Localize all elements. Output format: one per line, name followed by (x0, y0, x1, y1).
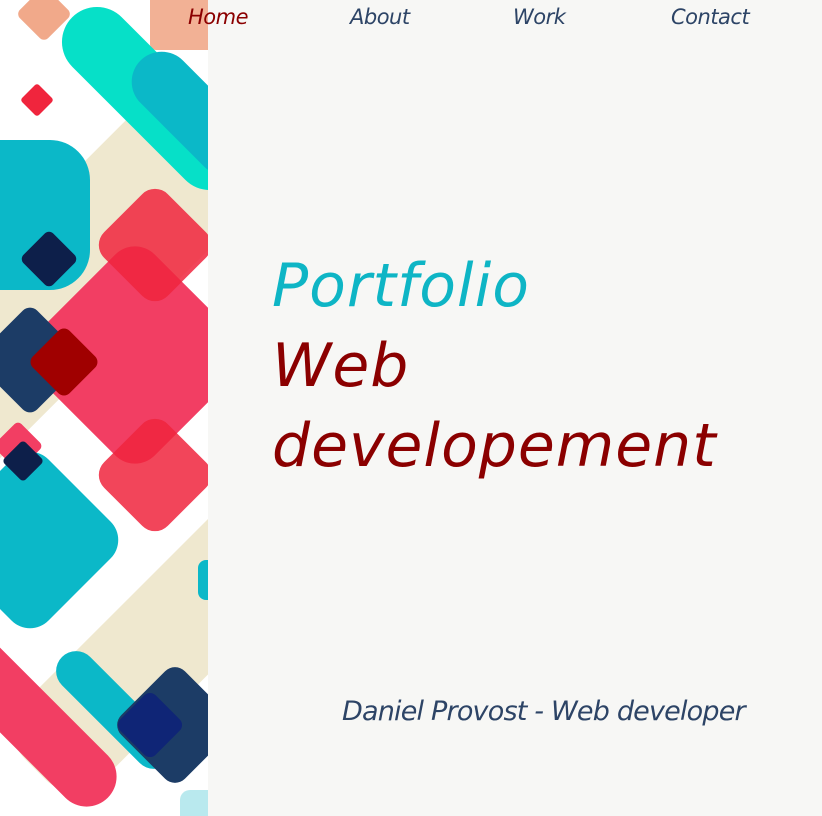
main-nav: Home About Work Contact (0, 0, 822, 40)
author-byline: Daniel Provost - Web developer (342, 696, 746, 727)
nav-link-home[interactable]: Home (188, 5, 249, 29)
nav-link-work[interactable]: Work (513, 5, 566, 29)
nav-link-contact[interactable]: Contact (671, 5, 750, 29)
hero-title-development: developement (272, 411, 717, 481)
decorative-artwork (0, 0, 208, 816)
hero-title-portfolio: Portfolio (272, 251, 530, 321)
hero-title-web: Web (272, 331, 410, 401)
hero-heading: Portfolio Web developement (272, 246, 792, 486)
nav-link-about[interactable]: About (350, 5, 410, 29)
